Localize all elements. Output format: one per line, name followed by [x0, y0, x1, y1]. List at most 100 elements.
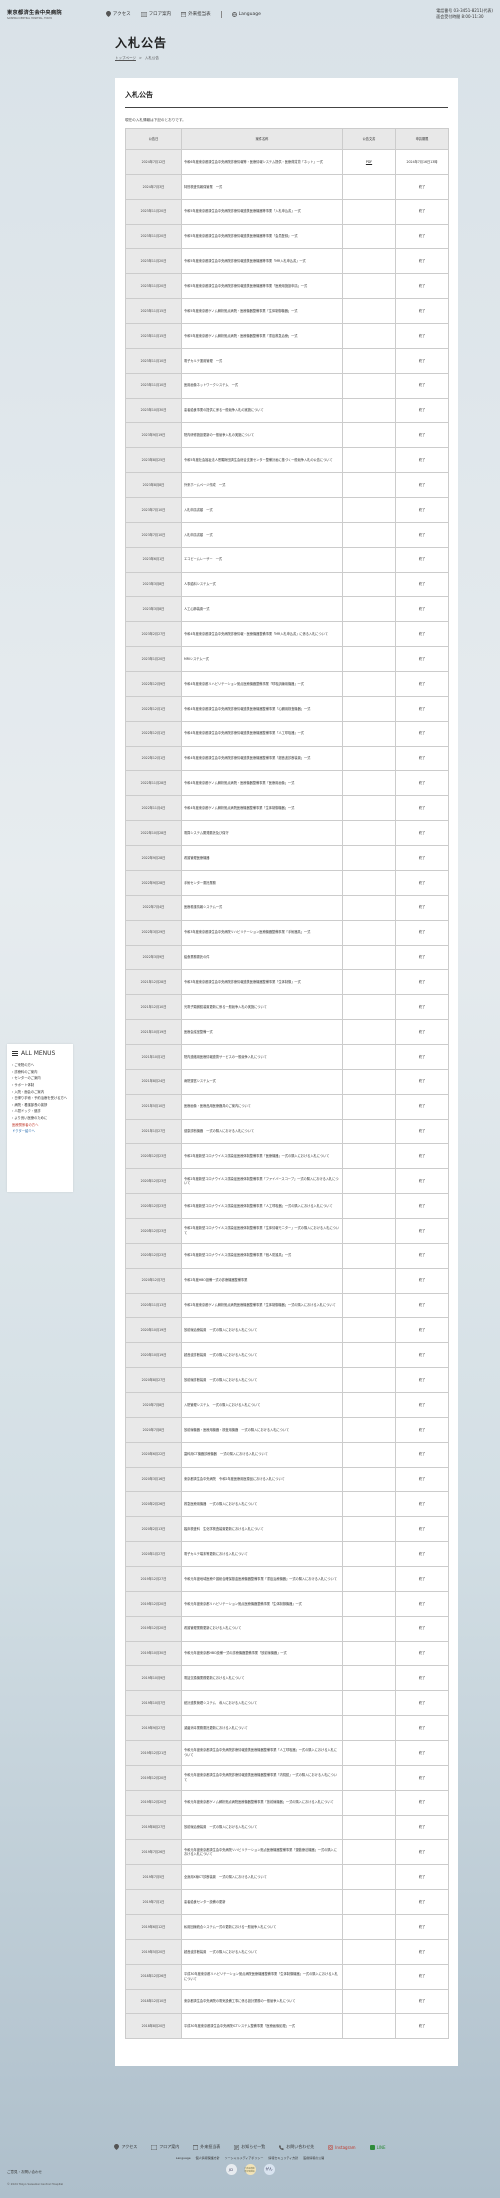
nav-access-label: アクセス	[112, 12, 131, 17]
cell-date: 2019年12月21日	[125, 1740, 182, 1766]
cell-date: 2019年5月20日	[125, 1938, 182, 1965]
cell-date: 2023年7月10日	[125, 521, 182, 548]
cell-name: MRIシステム一式	[181, 646, 343, 673]
cell-document	[342, 621, 396, 648]
cell-document	[342, 521, 396, 548]
cell-date: 2022年9月28日	[125, 845, 182, 871]
cell-name: 全身用X線CT診断装置 一式の購入における入札について	[181, 1864, 343, 1891]
footer-instagram[interactable]: Instagram	[328, 2144, 356, 2150]
cell-name: 医療会議室整備一式	[181, 1019, 343, 1045]
side-menu-medical-link[interactable]: 医療関係者の方へ	[12, 1121, 68, 1128]
cell-date: 2020年12月23日	[125, 1143, 182, 1170]
cell-deadline: 終了	[395, 1143, 449, 1170]
cell-name: 統計連携管理システム 導入における入札について	[181, 1690, 343, 1717]
side-menu-doctor-link[interactable]: ドクター紹介へ	[12, 1128, 68, 1135]
cell-document	[342, 944, 396, 971]
table-row: 2023年11月20日 令和5年度東京都済生会中央病院診療情報連携医療機器等事業「…	[125, 273, 449, 300]
cell-date: 2021年1月27日	[125, 1118, 182, 1145]
cell-date: 2019年10月9日	[125, 1665, 182, 1692]
side-menu-item[interactable]: › センターのご案内	[12, 1075, 68, 1082]
cell-document	[342, 894, 396, 921]
side-menu-item[interactable]: › 病院・看護部長の挨拶	[12, 1102, 68, 1109]
cell-date: 2018年12月10日	[125, 1988, 182, 2015]
cell-name: 令和元年度東京都HBO設備一式の診療機器整備事業「放射線機器」一式	[181, 1640, 343, 1667]
table-row: 2022年3月9日 給食業務委託の件 終了	[125, 944, 449, 971]
footer-link-social[interactable]: ソーシャルメディアポリシー	[225, 2156, 264, 2160]
table-row: 2020年10月19日 放射線治療装置 一式の購入における入札について 終了	[125, 1317, 449, 1344]
footer-link-disclosure[interactable]: 医療情報の公開	[303, 2156, 324, 2160]
logo-main-text: 東京都済生会中央病院	[7, 9, 62, 16]
cell-name: 令和2年度新型コロナウイルス感染症医療体制整備事業「医療機器」一式の購入における…	[181, 1143, 343, 1170]
cell-deadline: 終了	[395, 1292, 449, 1319]
cell-deadline: 終了	[395, 1391, 449, 1418]
hospital-logo[interactable]: 東京都済生会中央病院 SAISEIKAI CENTRAL HOSPITAL, T…	[7, 9, 62, 20]
cell-deadline: 終了	[395, 621, 449, 648]
side-menu-item[interactable]: › より良い医療のために	[12, 1115, 68, 1122]
side-menu-item-label: 人間ドック・健診	[14, 1109, 41, 1114]
nav-floor[interactable]: フロア案内	[140, 11, 171, 17]
cell-document	[342, 1292, 396, 1319]
cell-date: 2022年3月9日	[125, 944, 182, 971]
breadcrumb-home[interactable]: トップページ	[115, 56, 136, 61]
table-row: 2023年11月20日 令和5年度東京都済生会中央病院診療情報連携医療機器等事業「…	[125, 248, 449, 275]
cell-deadline: 終了	[395, 1416, 449, 1443]
cell-deadline: 終了	[395, 1466, 449, 1493]
table-row: 2023年7月10日 入札申請書類 一式 終了	[125, 521, 449, 548]
cell-name: 令和5年度社会福祉法人恩賜財団済生会総合支援センター整備計画に基づく一般競争入札…	[181, 447, 343, 474]
table-row: 2019年12月20日 看護管理業務更新における入札について 終了	[125, 1615, 449, 1642]
nav-language[interactable]: Language	[231, 11, 261, 17]
cell-date: 2020年12月23日	[125, 1242, 182, 1269]
footer-line[interactable]: LINE	[369, 2144, 386, 2150]
side-menu-item[interactable]: › 人間ドック・健診	[12, 1108, 68, 1115]
cell-date: 2023年3月8日	[125, 596, 182, 623]
table-row: 2019年12月20日 令和元年度東京都リハビリテーション拠点医療機器整備事業「生…	[125, 1590, 449, 1617]
cell-date: 2023年6月1日	[125, 546, 182, 573]
footer-links: Language 個人情報保護方針 ソーシャルメディアポリシー 情報セキュリティ…	[0, 2156, 500, 2160]
cell-deadline: 終了	[395, 845, 449, 871]
footer-link-privacy[interactable]: 個人情報保護方針	[196, 2156, 220, 2160]
side-menu-item[interactable]: › サポート体制	[12, 1082, 68, 1089]
cell-date: 2022年12月1日	[125, 720, 182, 747]
cell-deadline: 終了	[395, 1690, 449, 1717]
cell-date: 2019年12月20日	[125, 1590, 182, 1617]
col-header-date: 公告日	[125, 128, 182, 150]
cell-name: 電子カルテ運用管理 一式	[181, 347, 343, 374]
side-menu-title-label: ALL MENUS	[21, 1050, 56, 1057]
nav-access[interactable]: アクセス	[105, 11, 131, 17]
globe-icon	[231, 11, 237, 17]
footer-link-security[interactable]: 情報セキュリティ方針	[268, 2156, 298, 2160]
cell-deadline: 終了	[395, 1491, 449, 1518]
footer-access[interactable]: アクセス	[114, 2144, 137, 2150]
footer-news[interactable]: お知らせ一覧	[234, 2144, 265, 2150]
side-menu-item[interactable]: › 日帰り手術・予約治療を受ける方へ	[12, 1095, 68, 1102]
cell-name: 令和元年度東京都済生会中央病院診療情報連携医療機器整備事業「人工呼吸器」一式の購…	[181, 1740, 343, 1766]
table-row: 2021年10月19日 医療会議室整備一式 終了	[125, 1019, 449, 1045]
cell-date: 2019年6月12日	[125, 1914, 182, 1940]
tel-number[interactable]: 03-3451-8211(代表)	[454, 8, 493, 13]
cell-document	[342, 919, 396, 946]
line-icon	[369, 2144, 375, 2150]
footer-contact[interactable]: お問い合わせ先	[279, 2144, 314, 2150]
pdf-link[interactable]: PDF	[366, 160, 372, 164]
cell-document	[342, 248, 396, 275]
footer-schedule[interactable]: 外来担当表	[193, 2144, 220, 2150]
badge-jcqhc[interactable]: 日本医療機能評価機構	[244, 2164, 256, 2175]
footer-access-label: アクセス	[121, 2144, 138, 2149]
table-row: 2023年11月10日 電子カルテ運用管理 一式 終了	[125, 347, 449, 374]
side-menu-title[interactable]: ALL MENUS	[12, 1050, 68, 1057]
badge-jci[interactable]: JCI	[225, 2164, 237, 2175]
side-menu-item[interactable]: › 入院・面会のご案内	[12, 1088, 68, 1095]
side-menu-item[interactable]: › ご来院の方へ	[12, 1062, 68, 1069]
cell-name: 放射線治療装置 一式の購入における入札について	[181, 1814, 343, 1841]
footer-floor[interactable]: フロア案内	[151, 2144, 179, 2150]
side-menu-item[interactable]: › 診療科のご案内	[12, 1069, 68, 1076]
cell-deadline: 終了	[395, 1019, 449, 1045]
badge-cancer[interactable]: がん	[263, 2164, 275, 2175]
nav-schedule[interactable]: 外来担当表	[181, 11, 211, 17]
phone-icon	[279, 2144, 285, 2150]
cell-date: 2023年11月20日	[125, 248, 182, 275]
cell-name: 令和3年度東京都済生会中央病院リハビリテーション医療機器整備事業「手術器具」一式	[181, 919, 343, 946]
footer-contact-link[interactable]: ご意見・お問い合わせ	[7, 2170, 42, 2175]
cell-date: 2020年12月23日	[125, 1217, 182, 1244]
footer-link-language[interactable]: Language	[176, 2156, 191, 2160]
